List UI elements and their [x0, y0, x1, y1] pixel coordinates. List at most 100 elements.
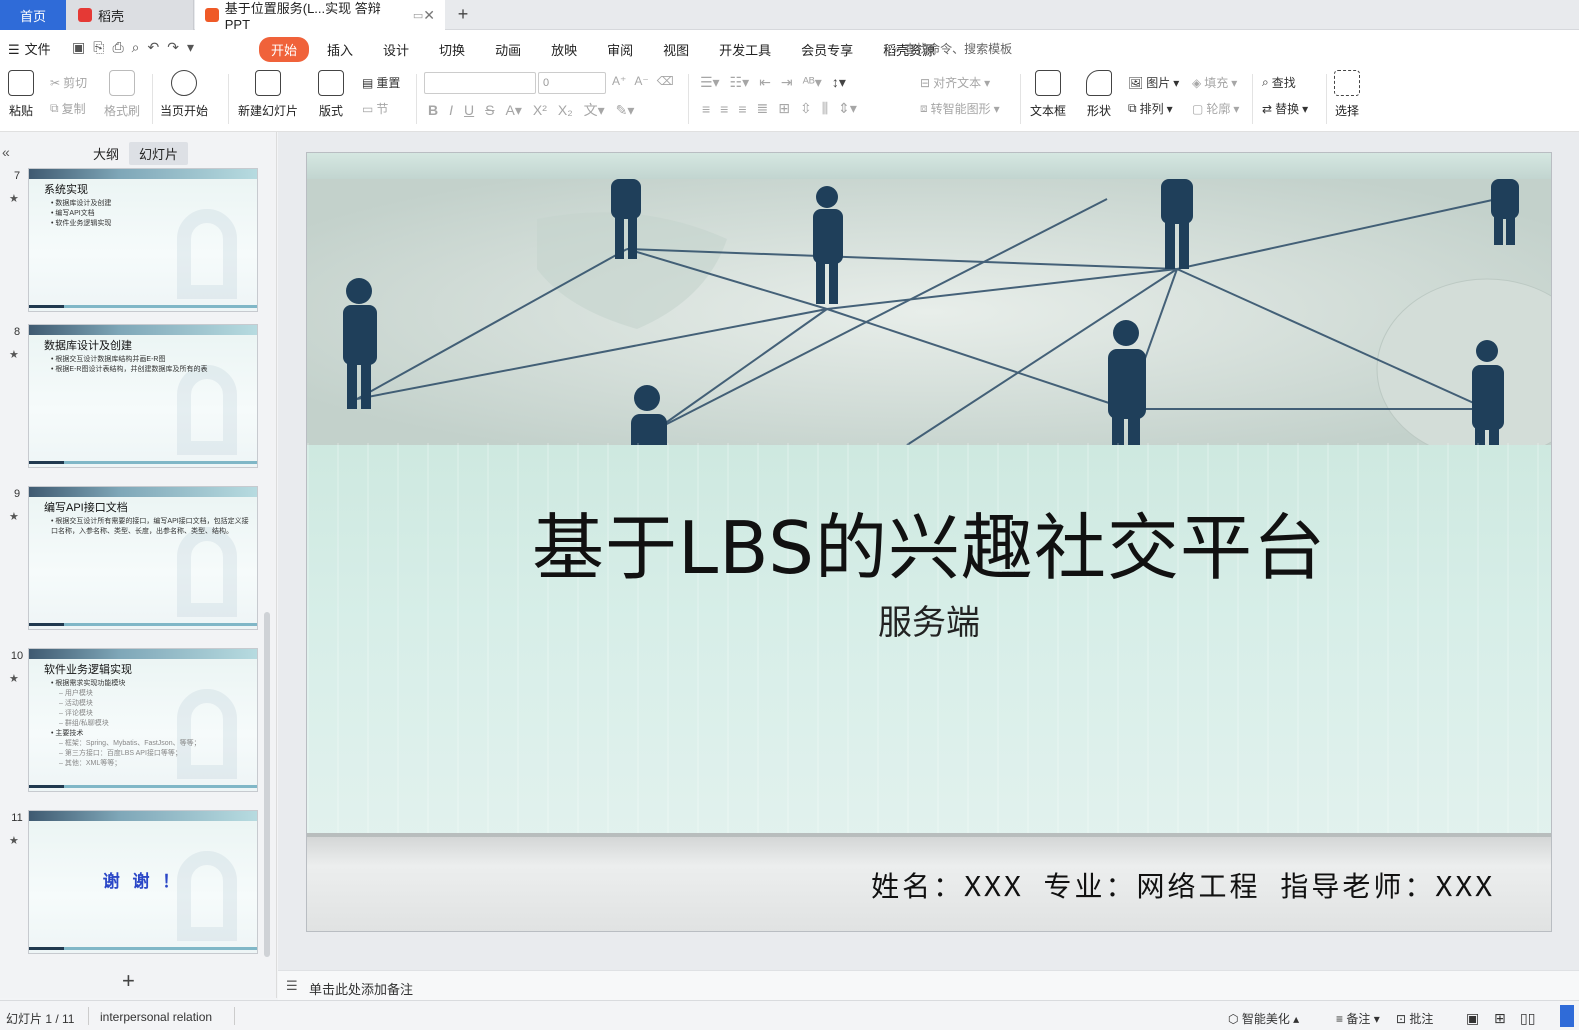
bold-icon[interactable]: B	[428, 102, 438, 118]
animation-star-icon[interactable]: ★	[9, 834, 19, 847]
tab-4[interactable]: 动画	[483, 37, 533, 62]
smart-beautify-button[interactable]: ⬡ 智能美化 ▴	[1228, 1010, 1299, 1027]
tab-0[interactable]: 开始	[259, 37, 310, 62]
cut-button[interactable]: ✂ 剪切	[50, 74, 87, 91]
play-slideshow-button[interactable]	[1560, 1005, 1574, 1027]
current-slide[interactable]: 基于LBS的兴趣社交平台 服务端 姓名：XXX 专业：网络工程 指导老师：XXX	[306, 152, 1552, 932]
slide-author-info[interactable]: 姓名：XXX 专业：网络工程 指导老师：XXX	[871, 865, 1495, 905]
paste-button[interactable]: 粘贴	[8, 70, 34, 119]
align-center-icon[interactable]: ≡	[720, 101, 728, 117]
print-icon[interactable]: ⎙	[112, 39, 123, 56]
section-button[interactable]: ▭ 节	[362, 100, 388, 117]
print-preview-icon[interactable]: ⌕	[132, 39, 140, 56]
tab-slides[interactable]: 幻灯片	[129, 142, 189, 165]
justify-icon[interactable]: ≣	[757, 100, 769, 117]
window-icon[interactable]: ▭	[413, 9, 423, 22]
animation-star-icon[interactable]: ★	[9, 672, 19, 685]
picture-button[interactable]: 🖼 图片 ▾	[1128, 74, 1179, 91]
textbox-button[interactable]: 文本框	[1030, 70, 1066, 119]
sorter-view-icon[interactable]: ⊞	[1494, 1010, 1506, 1027]
redo-icon[interactable]: ↷	[167, 39, 179, 56]
animation-star-icon[interactable]: ★	[9, 192, 19, 205]
command-search[interactable]: ⌕ 查找命令、搜索模板	[894, 40, 1012, 57]
reading-view-icon[interactable]: ▯▯	[1520, 1010, 1535, 1027]
find-button[interactable]: ⌕ 查找	[1262, 74, 1296, 91]
thumbnail-scrollbar[interactable]	[264, 612, 270, 957]
slide-thumbnail[interactable]: 数据库设计及创建 • 根据交互设计数据库结构并画E-R图 • 根据E-R图设计表结构…	[28, 324, 258, 468]
font-size-select[interactable]: 0	[538, 72, 606, 94]
superscript-icon[interactable]: X²	[533, 102, 547, 118]
notes-toggle-button[interactable]: ≡ 备注 ▾	[1336, 1010, 1380, 1027]
copy-button[interactable]: ⧉ 复制	[50, 100, 86, 117]
font-family-select[interactable]	[424, 72, 536, 94]
select-button[interactable]: 选择	[1334, 70, 1360, 119]
tab-6[interactable]: 审阅	[595, 37, 645, 62]
column-icon[interactable]: ⫼	[822, 100, 828, 117]
tab-5[interactable]: 放映	[539, 37, 589, 62]
line-spacing-down-icon[interactable]: ⇕▾	[838, 100, 857, 117]
tab-home[interactable]: 首页	[0, 0, 66, 30]
font-color-icon[interactable]: A▾	[505, 102, 521, 119]
slide-thumbnail[interactable]: 谢 谢 ！	[28, 810, 258, 954]
bullet-list-icon[interactable]: ☰▾	[700, 74, 720, 91]
slide-thumbnail[interactable]: 编写API接口文档 • 根据交互设计所有需要的接口，编写API接口文档，包括定义接…	[28, 486, 258, 630]
slide-thumbnail[interactable]: 系统实现 • 数据库设计及创建 • 编写API文档 • 软件业务逻辑实现	[28, 168, 258, 312]
file-menu[interactable]: ☰ 文件	[8, 39, 51, 58]
tab-9[interactable]: 会员专享	[789, 37, 865, 62]
undo-icon[interactable]: ↶	[147, 39, 159, 56]
tab-outline[interactable]: 大纲	[83, 142, 129, 165]
theme-name[interactable]: interpersonal relation	[100, 1010, 212, 1024]
animation-star-icon[interactable]: ★	[9, 348, 19, 361]
slide-title[interactable]: 基于LBS的兴趣社交平台	[307, 489, 1551, 594]
distributed-icon[interactable]: ⊞	[778, 100, 790, 117]
slide-thumbnail[interactable]: 软件业务逻辑实现 • 根据需求实现功能模块 – 用户模块 – 活动模块 – 评论模块 – …	[28, 648, 258, 792]
from-current-slide-button[interactable]: 当页开始	[160, 70, 208, 119]
outdent-icon[interactable]: ⇤	[759, 74, 771, 91]
shape-button[interactable]: 形状	[1086, 70, 1112, 119]
numbered-list-icon[interactable]: ☷▾	[730, 74, 750, 91]
export-icon[interactable]: ⎘	[93, 39, 104, 56]
new-tab-button[interactable]: +	[452, 3, 474, 25]
align-text-button[interactable]: ⊟ 对齐文本 ▾	[920, 74, 990, 91]
new-slide-button[interactable]: 新建幻灯片	[238, 70, 298, 119]
subscript-icon[interactable]: X₂	[558, 102, 573, 118]
replace-button[interactable]: ⇄ 替换 ▾	[1262, 100, 1308, 117]
animation-star-icon[interactable]: ★	[9, 510, 19, 523]
paragraph-spacing-icon[interactable]: ⇳	[800, 100, 812, 117]
highlight-icon[interactable]: ✎▾	[616, 102, 635, 119]
tab-1[interactable]: 插入	[315, 37, 365, 62]
align-right-icon[interactable]: ≡	[738, 101, 746, 117]
clear-format-icon[interactable]: ⌫	[657, 74, 674, 88]
line-spacing-icon[interactable]: ↕▾	[832, 74, 846, 91]
text-direction-icon[interactable]: ᴬᴮ▾	[803, 74, 822, 91]
outline-button[interactable]: ▢ 轮廓 ▾	[1192, 100, 1239, 117]
notes-bar[interactable]: ☰ 单击此处添加备注	[278, 970, 1579, 1000]
tab-8[interactable]: 开发工具	[707, 37, 783, 62]
collapse-panel-icon[interactable]: «	[2, 144, 10, 160]
indent-icon[interactable]: ⇥	[781, 74, 793, 91]
phonetic-icon[interactable]: 文▾	[584, 100, 605, 120]
fill-button[interactable]: ◈ 填充 ▾	[1192, 74, 1237, 91]
strikethrough-icon[interactable]: S	[485, 102, 494, 118]
save-icon[interactable]: ▣	[72, 39, 85, 56]
customize-dropdown-icon[interactable]: ▾	[187, 39, 194, 56]
tab-document[interactable]: 基于位置服务(L...实现 答辩PPT ▭ ✕	[195, 0, 445, 32]
slide-subtitle[interactable]: 服务端	[307, 595, 1551, 644]
close-tab-icon[interactable]: ✕	[423, 7, 435, 24]
normal-view-icon[interactable]: ▣	[1466, 1010, 1479, 1027]
decrease-font-icon[interactable]: A⁻	[634, 74, 648, 88]
reset-button[interactable]: ▤ 重置	[362, 74, 400, 91]
tab-7[interactable]: 视图	[651, 37, 701, 62]
tab-3[interactable]: 切换	[427, 37, 477, 62]
comments-button[interactable]: ⊡ 批注	[1396, 1010, 1433, 1027]
italic-icon[interactable]: I	[449, 102, 453, 118]
underline-icon[interactable]: U	[464, 102, 474, 118]
add-slide-button[interactable]: +	[122, 968, 135, 994]
format-painter-button[interactable]: 格式刷	[104, 70, 140, 119]
tab-daoke[interactable]: 稻壳	[66, 0, 194, 30]
increase-font-icon[interactable]: A⁺	[612, 74, 626, 88]
tab-2[interactable]: 设计	[371, 37, 421, 62]
arrange-button[interactable]: ⧉ 排列 ▾	[1128, 100, 1173, 117]
layout-button[interactable]: 版式	[318, 70, 344, 119]
align-left-icon[interactable]: ≡	[702, 101, 710, 117]
